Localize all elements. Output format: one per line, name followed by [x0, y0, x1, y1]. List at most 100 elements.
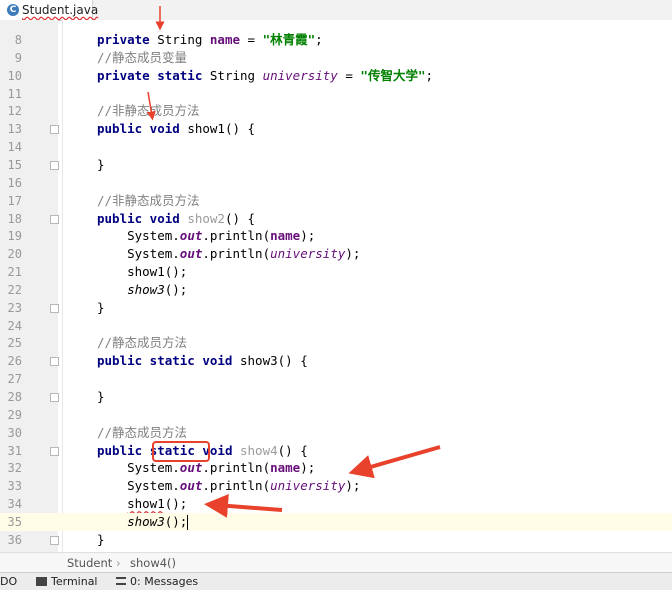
code-text: //静态成员变量 — [97, 49, 187, 67]
breadcrumb-separator: › — [116, 556, 121, 570]
code-token: university — [270, 246, 346, 262]
code-line[interactable]: 15} — [0, 156, 672, 174]
code-line[interactable]: 32 System.out.println(name); — [0, 459, 672, 477]
code-text: } — [97, 299, 105, 317]
code-line[interactable]: 30 //静态成员方法 — [0, 424, 672, 442]
code-token: .println( — [202, 478, 271, 494]
line-number: 30 — [7, 425, 22, 440]
code-token: show4 — [240, 442, 278, 458]
line-number: 13 — [7, 122, 22, 137]
code-text: System.out.println(name); — [97, 227, 315, 245]
code-line[interactable]: 25 //静态成员方法 — [0, 334, 672, 352]
code-line[interactable]: 31 public static void show4() { — [0, 442, 672, 460]
line-number: 27 — [7, 372, 22, 387]
code-text: System.out.println(name); — [97, 459, 315, 477]
breadcrumb-method[interactable]: show4() — [130, 553, 176, 573]
code-text: } — [97, 531, 105, 549]
code-token: (); — [164, 496, 188, 512]
terminal-tool-button[interactable]: Terminal — [36, 573, 98, 590]
code-token: //静态成员方法 — [97, 424, 188, 440]
code-line[interactable]: 13 public void show1() { — [0, 120, 672, 138]
code-token: () { — [224, 210, 256, 226]
code-token: void — [194, 442, 240, 458]
code-token: //非静态成员方法 — [97, 103, 200, 119]
messages-tool-button[interactable]: 0: Messages — [116, 573, 198, 590]
line-number: 28 — [7, 390, 22, 404]
code-line[interactable]: 28} — [0, 388, 672, 406]
code-line[interactable]: 20 System.out.println(university); — [0, 245, 672, 263]
code-line[interactable]: 34 show1(); — [0, 495, 672, 513]
line-number: 17 — [7, 193, 22, 208]
line-number: 36 — [7, 532, 22, 547]
code-token: show1() { — [187, 121, 256, 137]
code-token: ; — [315, 32, 323, 47]
code-token: static — [149, 442, 195, 458]
code-token: ); — [345, 246, 361, 262]
tab-student-java[interactable]: C Student.java — [0, 0, 98, 20]
code-token: university — [262, 67, 338, 83]
editor-tab-bar: C Student.java — [0, 0, 672, 21]
fold-marker-icon[interactable] — [50, 303, 59, 313]
code-text: System.out.println(university); — [97, 477, 360, 495]
line-number: 9 — [14, 50, 22, 65]
line-number: 33 — [7, 479, 22, 494]
code-text: System.out.println(university); — [97, 245, 360, 263]
code-line[interactable]: 36} — [0, 531, 672, 549]
line-number: 19 — [7, 229, 22, 244]
code-line[interactable]: 23} — [0, 299, 672, 317]
fold-marker-icon[interactable] — [50, 160, 59, 170]
code-line[interactable]: 26 public static void show3() { — [0, 352, 672, 370]
fold-marker-icon[interactable] — [50, 446, 59, 456]
line-number: 15 — [7, 157, 22, 172]
code-line[interactable]: 29 — [0, 406, 672, 424]
code-line[interactable]: 16 — [0, 174, 672, 192]
code-line[interactable]: 24 — [0, 317, 672, 335]
text-caret — [187, 514, 189, 530]
code-token: (); — [164, 281, 188, 297]
code-token: System. — [97, 460, 180, 476]
code-line[interactable]: 8 private String name = "林青霞"; — [0, 31, 672, 49]
code-token: out — [179, 246, 203, 262]
code-text: //静态成员方法 — [97, 424, 187, 442]
code-line[interactable]: 17 //非静态成员方法 — [0, 192, 672, 210]
code-token: out — [179, 478, 203, 494]
code-line[interactable]: 22 show3(); — [0, 281, 672, 299]
code-line[interactable]: 19 System.out.println(name); — [0, 227, 672, 245]
line-number: 22 — [7, 282, 22, 297]
code-line[interactable]: 9 //静态成员变量 — [0, 49, 672, 67]
fold-marker-icon[interactable] — [50, 357, 59, 367]
code-line[interactable]: 33 System.out.println(university); — [0, 477, 672, 495]
code-token: //静态成员变量 — [97, 49, 188, 65]
code-line[interactable]: 21 show1(); — [0, 263, 672, 281]
code-token: out — [179, 460, 203, 476]
code-line[interactable]: 27 — [0, 370, 672, 388]
code-token: name — [270, 228, 301, 244]
breadcrumb-class[interactable]: Student — [67, 553, 112, 573]
code-token: public static void — [97, 353, 240, 369]
fold-marker-icon[interactable] — [50, 125, 59, 135]
code-token: String — [209, 67, 263, 83]
code-text: show3(); — [97, 281, 187, 299]
code-token: = — [240, 32, 263, 47]
code-line[interactable]: 18 public void show2() { — [0, 210, 672, 228]
code-token: "传智大学" — [360, 67, 426, 83]
code-token: .println( — [202, 460, 271, 476]
code-line[interactable]: 11 — [0, 85, 672, 103]
code-line[interactable]: 12 //非静态成员方法 — [0, 102, 672, 120]
fold-marker-icon[interactable] — [50, 535, 59, 545]
fold-marker-icon[interactable] — [50, 393, 59, 402]
code-line[interactable]: 10 private static String university = "传智… — [0, 67, 672, 85]
code-token: "林青霞" — [262, 32, 316, 47]
line-number: 23 — [7, 300, 22, 315]
code-text: show1(); — [97, 263, 187, 281]
code-text: public static void show3() { — [97, 352, 308, 370]
code-token: ); — [345, 478, 361, 494]
fold-marker-icon[interactable] — [50, 214, 59, 224]
code-token: ); — [300, 460, 316, 476]
todo-tool-button[interactable]: DO — [0, 573, 17, 590]
code-line[interactable]: 14 — [0, 138, 672, 156]
code-line[interactable]: 35 show3(); — [0, 512, 672, 531]
code-token: name — [270, 460, 301, 476]
code-token: name — [209, 32, 241, 47]
